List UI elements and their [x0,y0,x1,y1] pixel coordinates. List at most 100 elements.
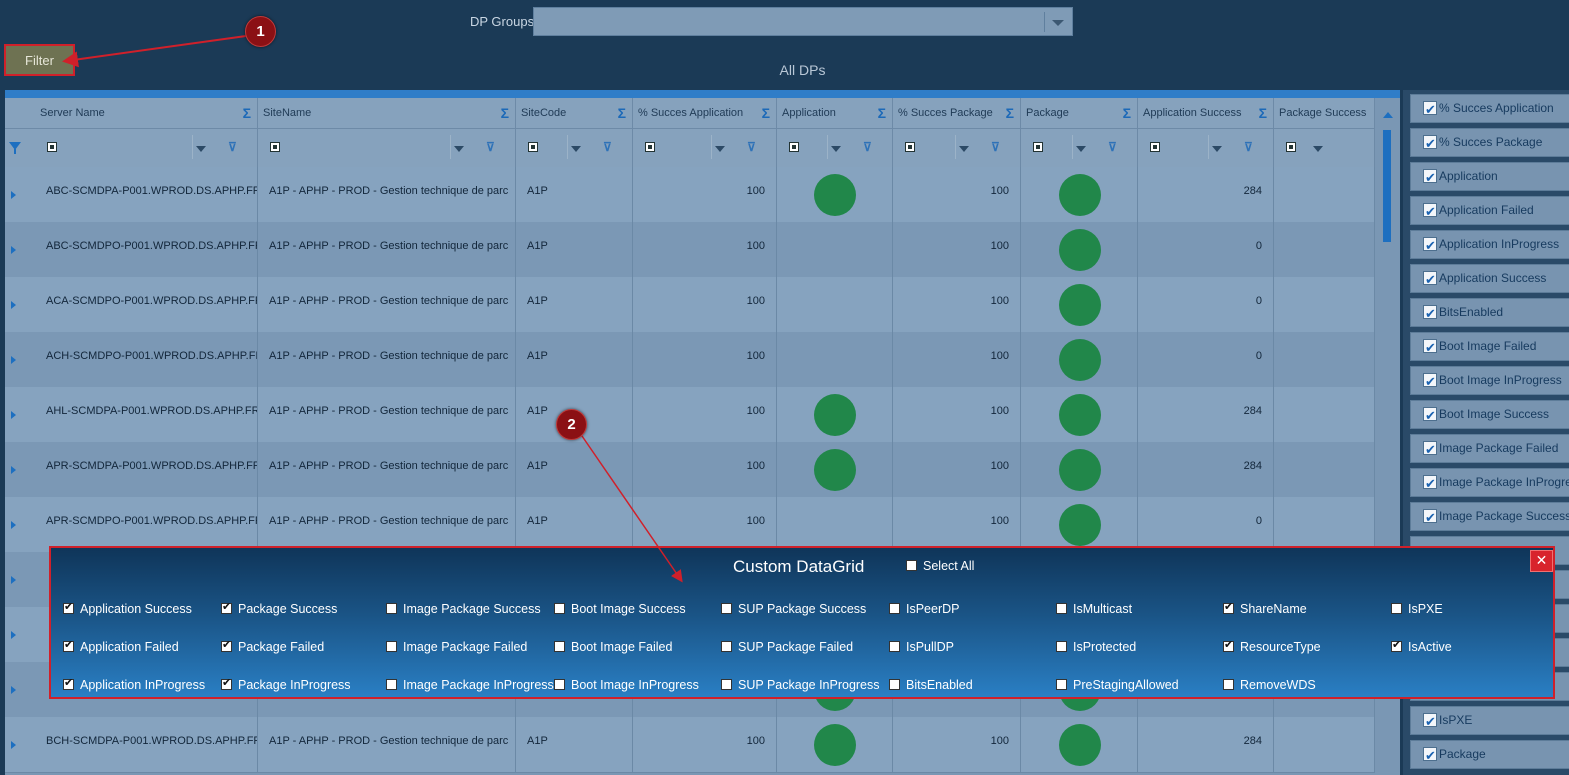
column-filter[interactable]: ⊽ [633,129,777,167]
column-header[interactable]: Package Σ [1021,98,1138,128]
expand-row-icon[interactable] [11,521,16,529]
checkbox-checked-icon[interactable] [63,638,74,652]
column-chooser-item[interactable]: % Succes Package [1410,128,1569,157]
chevron-down-icon[interactable] [1052,20,1064,26]
checkbox-icon[interactable] [1056,603,1067,614]
column-chooser-item[interactable]: Boot Image Failed [1410,332,1569,361]
sigma-icon[interactable]: Σ [762,98,770,128]
option-checkbox[interactable]: SUP Package InProgress [721,678,880,692]
option-checkbox[interactable]: PreStagingAllowed [1056,678,1179,692]
checkbox-icon[interactable] [889,641,900,652]
sigma-icon[interactable]: Σ [243,98,251,128]
checkbox-checked-icon[interactable] [1423,708,1437,735]
checkbox-icon[interactable] [721,641,732,652]
checkbox-checked-icon[interactable] [1423,198,1437,225]
chevron-down-icon[interactable] [715,146,725,152]
table-row[interactable]: ABC-SCMDPA-P001.WPROD.DS.APHP.FR A1P - AP… [5,167,1375,223]
option-checkbox[interactable]: Application Success [63,600,192,616]
checkbox-icon[interactable] [906,560,917,571]
column-chooser-item[interactable]: Package [1410,740,1569,769]
scrollbar-thumb[interactable] [1383,130,1391,242]
expand-row-icon[interactable] [11,576,16,584]
sigma-icon[interactable]: Σ [501,98,509,128]
checkbox-icon[interactable] [386,603,397,614]
filter-checkbox-icon[interactable] [47,142,57,152]
checkbox-checked-icon[interactable] [1423,130,1437,157]
table-row[interactable]: ABC-SCMDPO-P001.WPROD.DS.APHP.FR A1P - AP… [5,222,1375,278]
filter-checkbox-icon[interactable] [645,142,655,152]
checkbox-icon[interactable] [554,679,565,690]
clear-filter-icon[interactable]: ⊽ [228,140,237,154]
column-header[interactable]: SiteName Σ [258,98,516,128]
expand-row-icon[interactable] [11,631,16,639]
expand-row-icon[interactable] [11,356,16,364]
table-row[interactable]: ACH-SCMDPO-P001.WPROD.DS.APHP.FR A1P - AP… [5,332,1375,388]
clear-filter-icon[interactable]: ⊽ [991,140,1000,154]
option-checkbox[interactable]: ShareName [1223,600,1307,616]
column-filter[interactable]: ⊽ [516,129,633,167]
checkbox-checked-icon[interactable] [1423,96,1437,123]
column-header[interactable]: Server Name Σ [35,98,258,128]
close-button[interactable]: ✕ [1530,550,1553,572]
checkbox-checked-icon[interactable] [1423,300,1437,327]
checkbox-checked-icon[interactable] [63,676,74,690]
table-row[interactable]: ACA-SCMDPO-P001.WPROD.DS.APHP.FR A1P - AP… [5,277,1375,333]
table-row[interactable]: BCH-SCMDPA-P001.WPROD.DS.APHP.FR A1P - AP… [5,717,1375,773]
checkbox-icon[interactable] [386,641,397,652]
table-row[interactable]: APR-SCMDPO-P001.WPROD.DS.APHP.FR A1P - AP… [5,497,1375,553]
option-checkbox[interactable]: Application InProgress [63,676,205,692]
column-chooser-item[interactable]: Boot Image Success [1410,400,1569,429]
clear-filter-icon[interactable]: ⊽ [863,140,872,154]
chevron-down-icon[interactable] [959,146,969,152]
column-header[interactable]: Application Σ [777,98,893,128]
checkbox-checked-icon[interactable] [1223,638,1234,652]
option-checkbox[interactable]: Image Package Success [386,602,541,616]
select-all-checkbox[interactable]: Select All [906,559,974,573]
checkbox-icon[interactable] [1391,603,1402,614]
option-checkbox[interactable]: IsPXE [1391,602,1443,616]
checkbox-icon[interactable] [1056,679,1067,690]
chevron-down-icon[interactable] [454,146,464,152]
dp-groups-select[interactable] [533,7,1073,36]
checkbox-icon[interactable] [554,641,565,652]
option-checkbox[interactable]: BitsEnabled [889,678,973,692]
checkbox-checked-icon[interactable] [1423,402,1437,429]
checkbox-checked-icon[interactable] [1423,334,1437,361]
column-header[interactable]: % Succes Package Σ [893,98,1021,128]
option-checkbox[interactable]: IsActive [1391,638,1452,654]
option-checkbox[interactable]: IsPeerDP [889,602,960,616]
checkbox-icon[interactable] [554,603,565,614]
option-checkbox[interactable]: Boot Image Failed [554,640,672,654]
expand-row-icon[interactable] [11,741,16,749]
chevron-down-icon[interactable] [1076,146,1086,152]
column-filter[interactable]: ⊽ [35,129,258,167]
option-checkbox[interactable]: IsPullDP [889,640,954,654]
option-checkbox[interactable]: Image Package InProgress [386,678,554,692]
column-chooser-item[interactable]: Image Package Success [1410,502,1569,531]
option-checkbox[interactable]: SUP Package Success [721,602,866,616]
checkbox-checked-icon[interactable] [221,676,232,690]
table-row[interactable]: AHL-SCMDPA-P001.WPROD.DS.APHP.FR A1P - AP… [5,387,1375,443]
column-filter[interactable]: ⊽ [893,129,1021,167]
filter-funnel-icon[interactable] [9,142,21,154]
checkbox-icon[interactable] [889,679,900,690]
option-checkbox[interactable]: SUP Package Failed [721,640,853,654]
checkbox-checked-icon[interactable] [1223,600,1234,614]
column-chooser-item[interactable]: Image Package InProgress [1410,468,1569,497]
chevron-down-icon[interactable] [1212,146,1222,152]
expand-row-icon[interactable] [11,301,16,309]
expand-row-icon[interactable] [11,246,16,254]
chevron-down-icon[interactable] [831,146,841,152]
sigma-icon[interactable]: Σ [1123,98,1131,128]
option-checkbox[interactable]: Package Failed [221,638,324,654]
column-chooser-item[interactable]: Boot Image InProgress [1410,366,1569,395]
column-chooser-item[interactable]: BitsEnabled [1410,298,1569,327]
checkbox-icon[interactable] [721,603,732,614]
column-chooser-item[interactable]: Image Package Failed [1410,434,1569,463]
column-filter[interactable]: ⊽ [1021,129,1138,167]
checkbox-checked-icon[interactable] [63,600,74,614]
column-chooser-item[interactable]: Application Failed [1410,196,1569,225]
option-checkbox[interactable]: Image Package Failed [386,640,527,654]
option-checkbox[interactable]: Application Failed [63,638,179,654]
chevron-down-icon[interactable] [196,146,206,152]
